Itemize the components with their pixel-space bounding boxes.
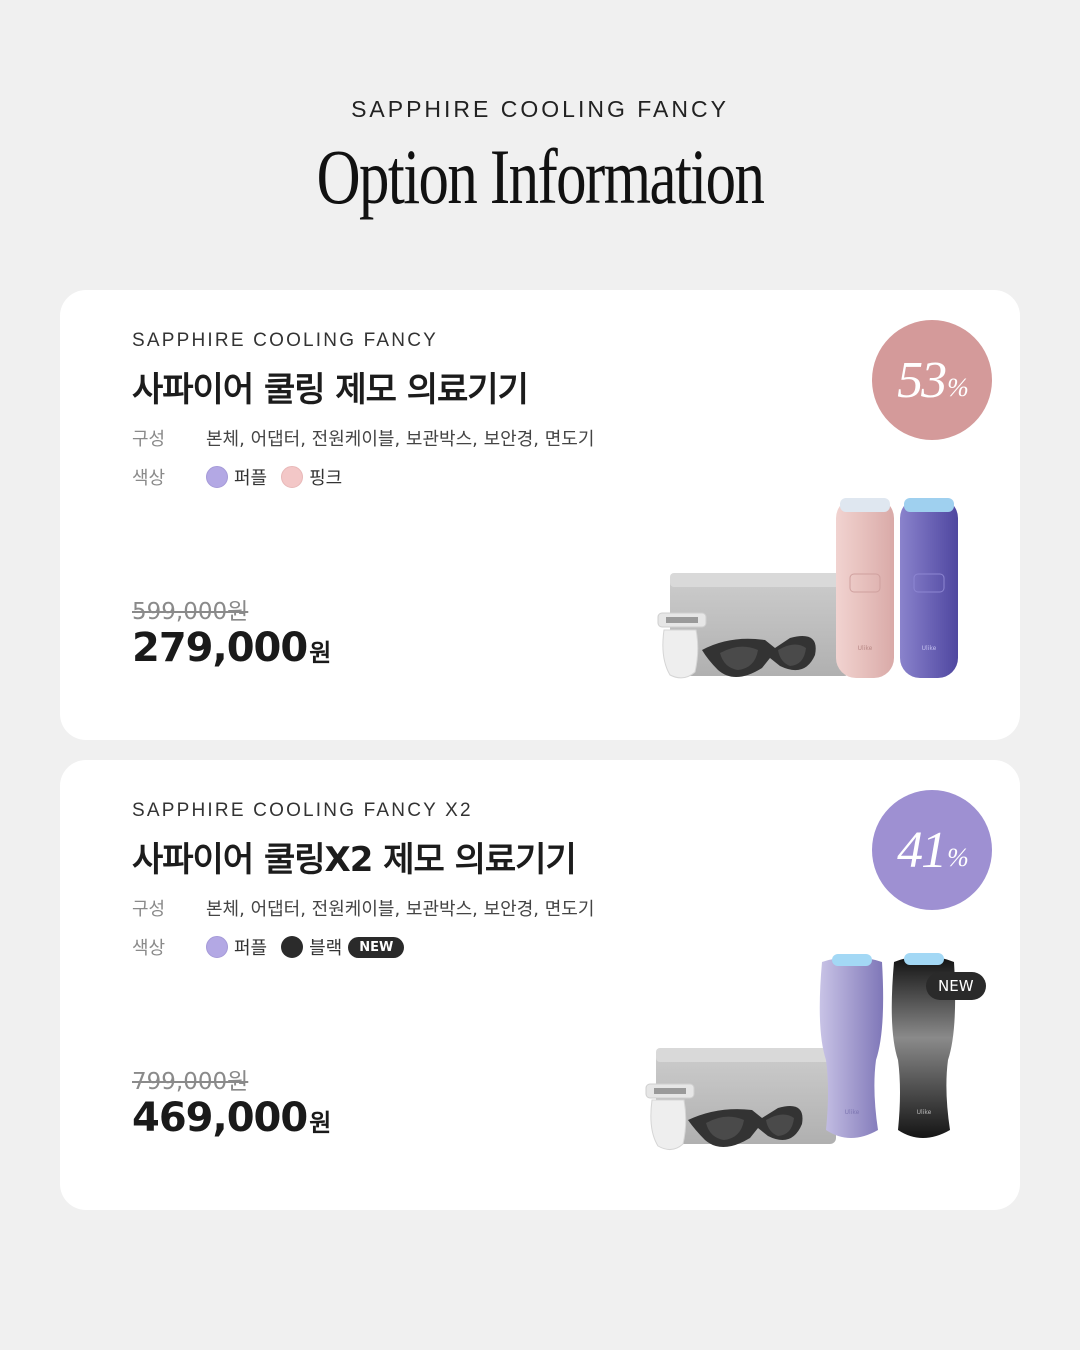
color-name: 핑크 [309, 468, 343, 489]
product-eyebrow: SAPPHIRE COOLING FANCY X2 [132, 800, 473, 821]
discount-badge: 53% [872, 320, 992, 440]
new-badge: NEW [348, 936, 405, 958]
color-name: 퍼플 [234, 938, 268, 959]
device-brand: Ulike [858, 645, 873, 652]
color-name: 블랙 [309, 938, 343, 959]
device-purple: Ulike [900, 498, 958, 678]
discount-unit: % [947, 843, 969, 872]
device-brand: Ulike [845, 1109, 860, 1116]
composition-value: 본체, 어댑터, 전원케이블, 보관박스, 보안경, 면도기 [206, 899, 595, 920]
currency-unit: 원 [309, 639, 331, 667]
header-eyebrow: SAPPHIRE COOLING FANCY [351, 96, 729, 122]
product-title: 사파이어 쿨링 제모 의료기기 [132, 370, 529, 410]
color-label: 색상 [132, 938, 166, 959]
composition-row: 구성 본체, 어댑터, 전원케이블, 보관박스, 보안경, 면도기 [132, 895, 594, 921]
color-row: 색상 퍼플 핑크 [132, 464, 356, 490]
color-swatch-black[interactable] [281, 936, 304, 958]
currency-unit: 원 [309, 1109, 331, 1137]
composition-row: 구성 본체, 어댑터, 전원케이블, 보관박스, 보안경, 면도기 [132, 425, 594, 451]
discount-unit: % [947, 373, 969, 402]
color-label: 색상 [132, 468, 166, 489]
page-title: Option Information [316, 133, 765, 220]
product-card-fancy-x2[interactable]: SAPPHIRE COOLING FANCY X2 사파이어 쿨링X2 제모 의… [60, 760, 1020, 1210]
color-swatch-pink[interactable] [281, 466, 304, 488]
sale-price: 469,000원 [132, 1095, 331, 1141]
product-card-fancy[interactable]: SAPPHIRE COOLING FANCY 사파이어 쿨링 제모 의료기기 구… [60, 290, 1020, 740]
product-eyebrow: SAPPHIRE COOLING FANCY [132, 330, 439, 351]
composition-label: 구성 [132, 899, 166, 920]
device-brand: Ulike [917, 1109, 932, 1116]
sale-price-value: 279,000 [132, 625, 308, 671]
color-swatch-purple[interactable] [206, 466, 228, 488]
color-swatch-purple[interactable] [206, 936, 228, 958]
discount-value: 41 [897, 821, 947, 879]
product-title: 사파이어 쿨링X2 제모 의료기기 [132, 840, 577, 880]
original-price: 799,000원 [132, 1069, 249, 1095]
discount-value: 53 [897, 351, 947, 409]
composition-value: 본체, 어댑터, 전원케이블, 보관박스, 보안경, 면도기 [206, 429, 595, 450]
color-name: 퍼플 [234, 468, 268, 489]
sale-price: 279,000원 [132, 625, 331, 671]
color-row: 색상 퍼플 블랙 NEW [132, 934, 405, 960]
device-brand: Ulike [922, 645, 937, 652]
product-new-tag: NEW [926, 972, 986, 1000]
sale-price-value: 469,000 [132, 1095, 308, 1141]
discount-badge: 41% [872, 790, 992, 910]
composition-label: 구성 [132, 429, 166, 450]
original-price: 599,000원 [132, 599, 249, 625]
device-x2-purple: Ulike [819, 954, 884, 1138]
device-pink: Ulike [836, 498, 894, 678]
product-image: Ulike Ulike [657, 498, 958, 679]
